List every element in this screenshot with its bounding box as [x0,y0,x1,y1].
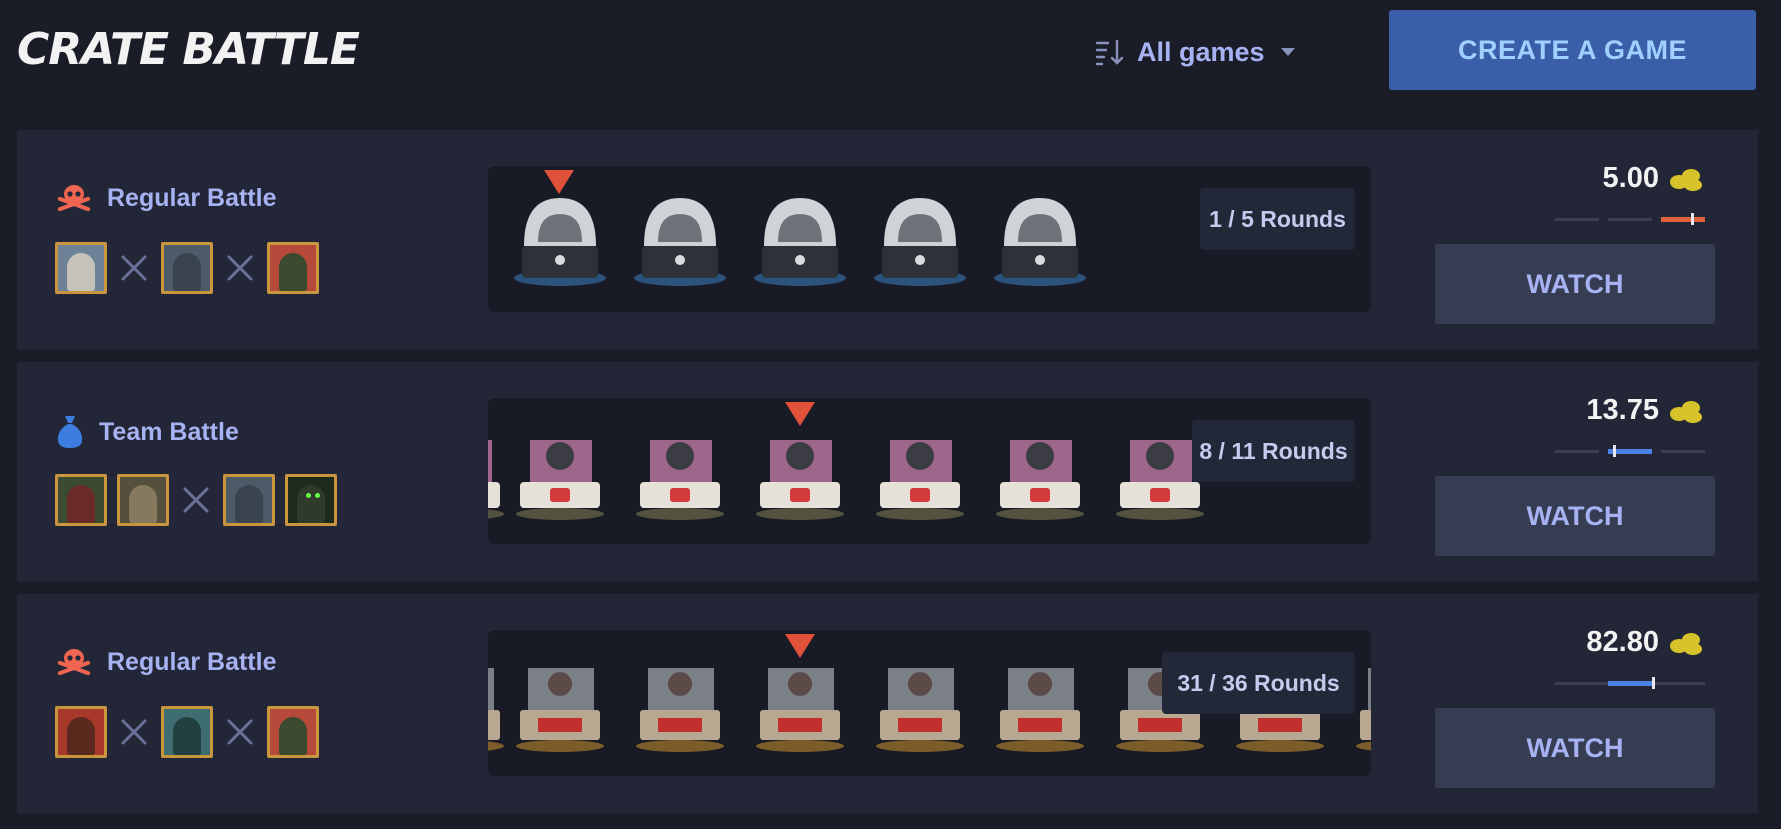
player-avatar[interactable] [117,474,169,526]
progress-fill [1661,217,1705,222]
sort-icon [1095,39,1123,66]
battle-type: Team Battle [55,414,239,450]
crate-image [514,198,606,286]
progress-handle [1613,445,1616,457]
crate-image [756,440,844,520]
player-avatar[interactable] [267,242,319,294]
player-list [55,706,319,758]
create-game-button[interactable]: CREATE A GAME [1389,10,1756,90]
progress-fill [1608,681,1652,686]
crate-image [874,198,966,286]
crate-image [516,668,604,752]
battle-type: Regular Battle [55,182,276,214]
price-value: 5.00 [1602,162,1659,194]
battle-type-label: Team Battle [99,417,239,446]
crate-image [754,198,846,286]
watch-button[interactable]: WATCH [1435,244,1715,324]
coins-icon [1670,400,1702,423]
price-value: 82.80 [1586,626,1659,658]
rounds-counter: 1 / 5 Rounds [1200,188,1355,250]
crate-image [756,668,844,752]
round-progress [1555,677,1705,689]
crate-image [996,440,1084,520]
battle-type-label: Regular Battle [107,183,277,212]
crate-track: 8 / 11 Rounds [488,398,1371,544]
battle-card: Regular Battle 31 / 36 Rounds 82.80 WATC… [17,594,1758,813]
watch-button[interactable]: WATCH [1435,708,1715,788]
crossed-swords-icon [183,487,209,513]
header: CRATE BATTLE All games CREATE A GAME [0,0,1781,120]
game-filter-dropdown[interactable]: All games [1095,34,1297,70]
player-list [55,242,319,294]
crate-image [876,668,964,752]
coins-icon [1670,168,1702,191]
battle-card: Team Battle 8 / 11 Rounds 13.75 WATCH [17,362,1758,581]
crate-image [876,440,964,520]
crossed-swords-icon [121,255,147,281]
skull-crossbones-icon [57,649,91,676]
player-avatar[interactable] [55,474,107,526]
rounds-counter: 31 / 36 Rounds [1162,652,1355,714]
page-title: CRATE BATTLE [17,24,360,75]
watch-button[interactable]: WATCH [1435,476,1715,556]
player-avatar[interactable] [55,242,107,294]
money-bag-icon [57,416,83,448]
crate-image [636,440,724,520]
progress-handle [1691,213,1694,225]
player-avatar[interactable] [161,706,213,758]
crate-image [488,668,504,751]
player-avatar[interactable] [161,242,213,294]
coins-icon [1670,632,1702,655]
battle-price: 5.00 [1603,162,1703,195]
crate-image [516,440,604,520]
rounds-counter: 8 / 11 Rounds [1192,420,1355,482]
player-avatar[interactable] [55,706,107,758]
crate-image [996,668,1084,752]
filter-label: All games [1137,36,1265,67]
skull-crossbones-icon [57,185,91,212]
player-list [55,474,337,526]
crate-image [636,668,724,752]
player-avatar[interactable] [267,706,319,758]
crate-image [488,440,504,519]
battle-type: Regular Battle [55,646,276,678]
battle-price: 82.80 [1586,626,1703,659]
crossed-swords-icon [227,255,253,281]
battle-type-label: Regular Battle [107,647,277,676]
crate-image [994,198,1086,286]
battle-price: 13.75 [1586,394,1703,427]
price-value: 13.75 [1586,394,1659,426]
crate-track: 1 / 5 Rounds [488,166,1371,312]
player-avatar[interactable] [285,474,337,526]
crate-image [634,198,726,286]
crossed-swords-icon [227,719,253,745]
player-avatar[interactable] [223,474,275,526]
progress-handle [1652,677,1655,689]
round-progress [1555,213,1705,225]
crate-track: 31 / 36 Rounds [488,630,1371,776]
chevron-down-icon [1280,48,1295,56]
battle-card: Regular Battle 1 / 5 Rounds 5.00 WATCH [17,130,1758,349]
crossed-swords-icon [121,719,147,745]
round-progress [1555,445,1705,457]
